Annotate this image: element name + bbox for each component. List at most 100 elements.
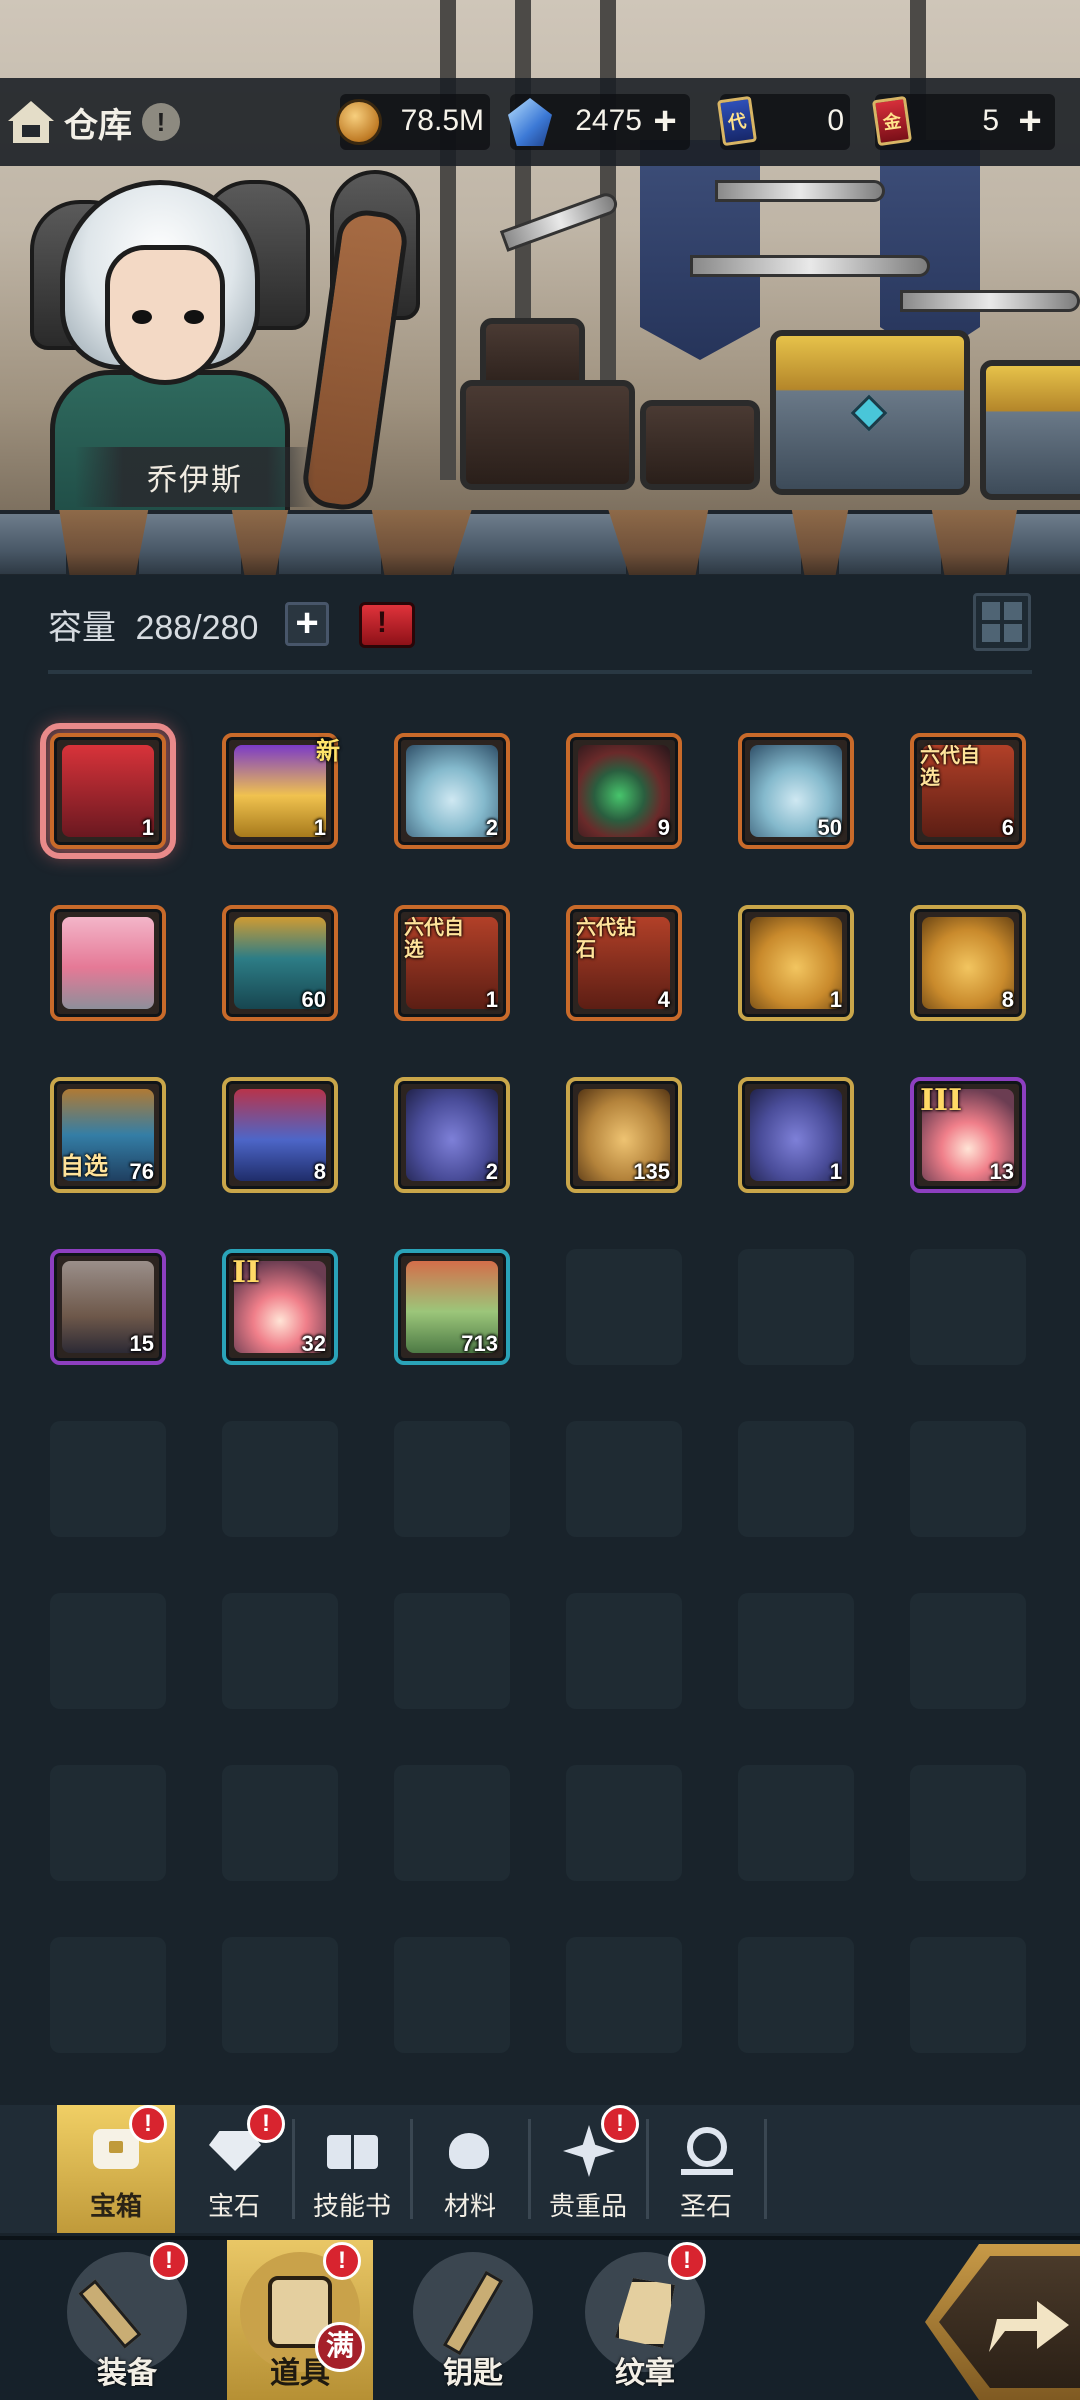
wall-post	[440, 0, 456, 480]
treasure-chest	[980, 360, 1080, 500]
empty-slot[interactable]	[394, 1937, 510, 2053]
item-slot-blue-vase[interactable]: 2	[394, 1077, 510, 1193]
empty-slot[interactable]	[738, 1765, 854, 1881]
tab-gem[interactable]: 宝石 !	[175, 2105, 295, 2233]
empty-slot[interactable]	[394, 1593, 510, 1709]
holy-stone-icon	[681, 2123, 733, 2177]
item-quantity: 6	[1001, 815, 1014, 840]
rose-ring-icon	[578, 745, 670, 837]
empty-slot[interactable]	[50, 1421, 166, 1537]
stone-block	[695, 510, 805, 578]
warehouse-screen: 乔伊斯 仓库 ! 78.5M 2475 + 代 0 金 5 + 容量 288/2…	[0, 0, 1080, 2400]
item-slot-rose-ring[interactable]: 9	[566, 733, 682, 849]
blue-chest-icon	[234, 1089, 326, 1181]
hero-face	[105, 245, 225, 385]
page-title: 仓库	[64, 106, 132, 145]
item-slot-gem-sack[interactable]: 2	[394, 733, 510, 849]
empty-slot[interactable]	[738, 1249, 854, 1365]
item-slot-select-chest[interactable]: 自选 76	[50, 1077, 166, 1193]
add-crystal-button[interactable]: +	[648, 101, 682, 141]
item-quantity: 1	[141, 815, 154, 840]
red-chest-icon	[62, 745, 154, 837]
item-slot-pink-chest[interactable]	[50, 905, 166, 1021]
stone-block	[450, 510, 630, 578]
crystal-value: 2475	[575, 104, 642, 137]
empty-slot[interactable]	[910, 1765, 1026, 1881]
item-quantity: 2	[485, 1159, 498, 1184]
hero-eye	[184, 310, 204, 324]
red-card-counter: 金 5 +	[871, 94, 1055, 150]
empty-slot[interactable]	[566, 1937, 682, 2053]
info-icon[interactable]: !	[142, 103, 180, 141]
item-slot-gold-vase[interactable]: 135	[566, 1077, 682, 1193]
tab-skill-book[interactable]: 技能书	[293, 2105, 413, 2233]
item-slot-gold-bag-2[interactable]: 8	[910, 905, 1026, 1021]
red-card-icon: 金	[871, 95, 913, 147]
nav-keys[interactable]: 钥匙	[388, 2240, 558, 2400]
empty-slot[interactable]	[222, 1937, 338, 2053]
add-red-card-button[interactable]: +	[1013, 101, 1047, 141]
empty-slot[interactable]	[222, 1765, 338, 1881]
empty-slot[interactable]	[50, 1937, 166, 2053]
item-quantity: 8	[313, 1159, 326, 1184]
item-slot-teal-chest[interactable]: 60	[222, 905, 338, 1021]
empty-slot[interactable]	[910, 1937, 1026, 2053]
grid-view-toggle[interactable]	[973, 593, 1031, 651]
item-slot-blue-vase-2[interactable]: 1	[738, 1077, 854, 1193]
tab-holy-stone[interactable]: 圣石	[647, 2105, 767, 2233]
items-full-badge: 满	[315, 2322, 365, 2372]
item-slot-relic-2[interactable]: II 32	[222, 1249, 338, 1365]
hero-name-plate[interactable]: 乔伊斯	[75, 447, 315, 507]
empty-slot[interactable]	[50, 1593, 166, 1709]
empty-slot[interactable]	[910, 1421, 1026, 1537]
gold-bag-2-icon	[922, 917, 1014, 1009]
crystal-icon	[508, 98, 552, 146]
empty-slot[interactable]	[566, 1765, 682, 1881]
crystal-counter: 2475 +	[508, 94, 690, 150]
empty-slot[interactable]	[738, 1593, 854, 1709]
tab-valuables[interactable]: 贵重品 !	[529, 2105, 649, 2233]
empty-slot[interactable]	[222, 1421, 338, 1537]
item-slot-red-chest[interactable]: 1	[40, 723, 176, 859]
item-slot-six-gen-select-2[interactable]: 六代自选 1	[394, 905, 510, 1021]
emblem-alert-badge: !	[668, 2242, 706, 2280]
item-tag: 自选	[60, 1153, 108, 1180]
capacity-label: 容量	[48, 609, 116, 647]
empty-slot[interactable]	[910, 1593, 1026, 1709]
empty-slot[interactable]	[222, 1593, 338, 1709]
empty-slot[interactable]	[394, 1421, 510, 1537]
capacity-full-alert-icon[interactable]: !	[355, 594, 419, 652]
gold-bag-icon	[750, 917, 842, 1009]
item-slot-relic-3[interactable]: III 13	[910, 1077, 1026, 1193]
empty-slot[interactable]	[738, 1937, 854, 2053]
item-quantity: 4	[657, 987, 670, 1012]
empty-slot[interactable]	[566, 1593, 682, 1709]
empty-slot[interactable]	[910, 1249, 1026, 1365]
item-slot-six-gen-select[interactable]: 六代自选 6	[910, 733, 1026, 849]
hero-name: 乔伊斯	[147, 464, 243, 497]
item-slot-mask[interactable]: 15	[50, 1249, 166, 1365]
empty-slot[interactable]	[566, 1249, 682, 1365]
item-tier: II	[232, 1255, 261, 1290]
item-slot-gift-box[interactable]: 713	[394, 1249, 510, 1365]
tab-material[interactable]: 材料	[411, 2105, 531, 2233]
expand-capacity-button[interactable]: +	[285, 602, 329, 646]
pink-chest-icon	[62, 917, 154, 1009]
sword-decoration	[715, 180, 885, 202]
item-slot-gem-sack-2[interactable]: 50	[738, 733, 854, 849]
item-slot-gold-chest[interactable]: 新1	[222, 733, 340, 849]
nav-emblem[interactable]: 纹章 !	[560, 2240, 730, 2400]
item-slot-blue-chest[interactable]: 8	[222, 1077, 338, 1193]
empty-slot[interactable]	[738, 1421, 854, 1537]
empty-slot[interactable]	[566, 1421, 682, 1537]
empty-slot[interactable]	[394, 1765, 510, 1881]
nav-equipment[interactable]: 装备 !	[42, 2240, 212, 2400]
item-slot-gold-bag[interactable]: 1	[738, 905, 854, 1021]
nav-items[interactable]: 道具 ! 满	[227, 2240, 373, 2400]
item-quantity: 13	[989, 1159, 1014, 1184]
empty-slot[interactable]	[50, 1765, 166, 1881]
item-tag: 六代自选	[920, 745, 980, 789]
item-slot-six-gen-gem[interactable]: 六代钻石 4	[566, 905, 682, 1021]
item-quantity: 1	[313, 815, 326, 840]
tab-chest[interactable]: 宝箱 !	[57, 2105, 175, 2233]
